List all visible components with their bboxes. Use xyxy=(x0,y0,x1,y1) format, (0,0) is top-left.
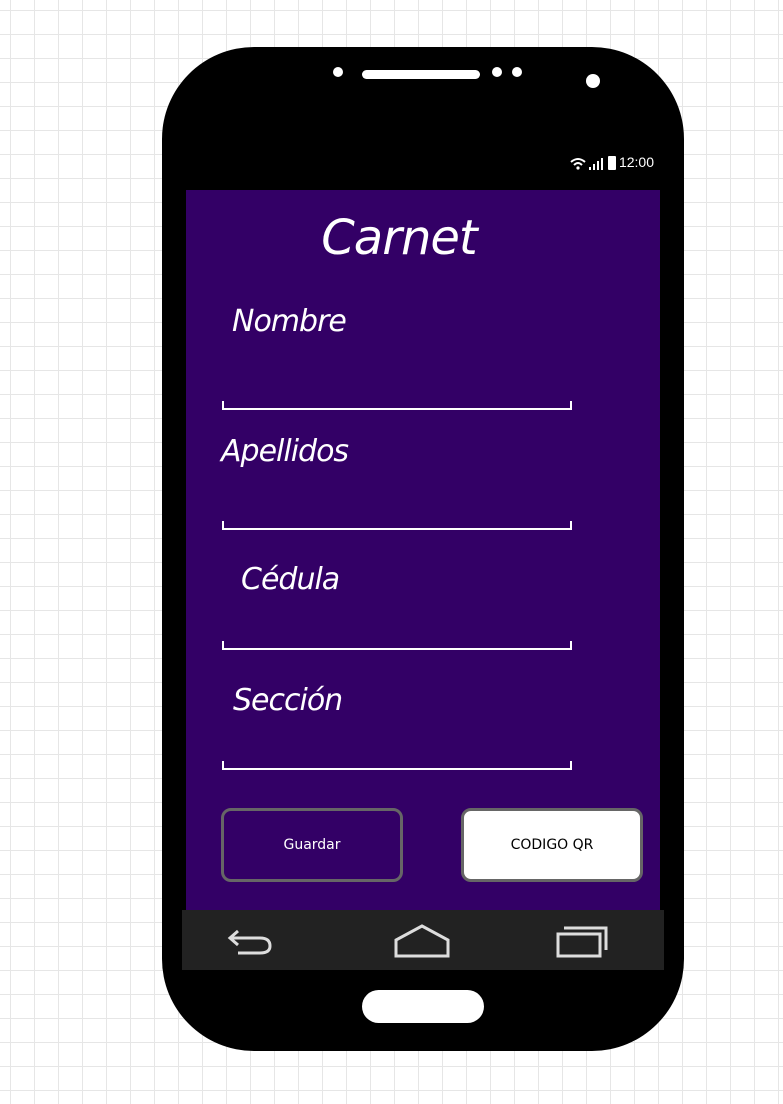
earpiece-speaker xyxy=(362,70,480,79)
cedula-label: Cédula xyxy=(241,562,340,597)
front-camera xyxy=(586,74,600,88)
nombre-field[interactable] xyxy=(222,401,572,410)
phone-frame: 12:00 Carnet Nombre Apellidos Cédula Sec… xyxy=(162,47,684,1051)
save-button[interactable]: Guardar xyxy=(221,808,403,882)
seccion-label: Sección xyxy=(233,683,343,718)
home-icon[interactable] xyxy=(392,920,452,960)
battery-icon xyxy=(607,156,616,170)
page-title: Carnet xyxy=(321,210,477,266)
navigation-bar xyxy=(182,910,664,970)
apellidos-field[interactable] xyxy=(222,521,572,530)
apellidos-label: Apellidos xyxy=(221,434,349,469)
signal-icon xyxy=(588,158,603,170)
seccion-field[interactable] xyxy=(222,761,572,770)
app-screen: Carnet Nombre Apellidos Cédula Sección G… xyxy=(186,190,660,910)
cedula-field[interactable] xyxy=(222,641,572,650)
sensor-dot xyxy=(333,67,343,77)
qr-code-button[interactable]: CODIGO QR xyxy=(461,808,643,882)
sensor-dot xyxy=(492,67,502,77)
hardware-home-button[interactable] xyxy=(362,990,484,1023)
recent-apps-icon[interactable] xyxy=(552,920,612,960)
sensor-dot xyxy=(512,67,522,77)
status-time: 12:00 xyxy=(618,154,654,170)
status-bar: 12:00 xyxy=(186,147,660,190)
back-icon[interactable] xyxy=(216,920,276,960)
nombre-label: Nombre xyxy=(232,304,347,339)
wifi-icon xyxy=(570,158,586,170)
